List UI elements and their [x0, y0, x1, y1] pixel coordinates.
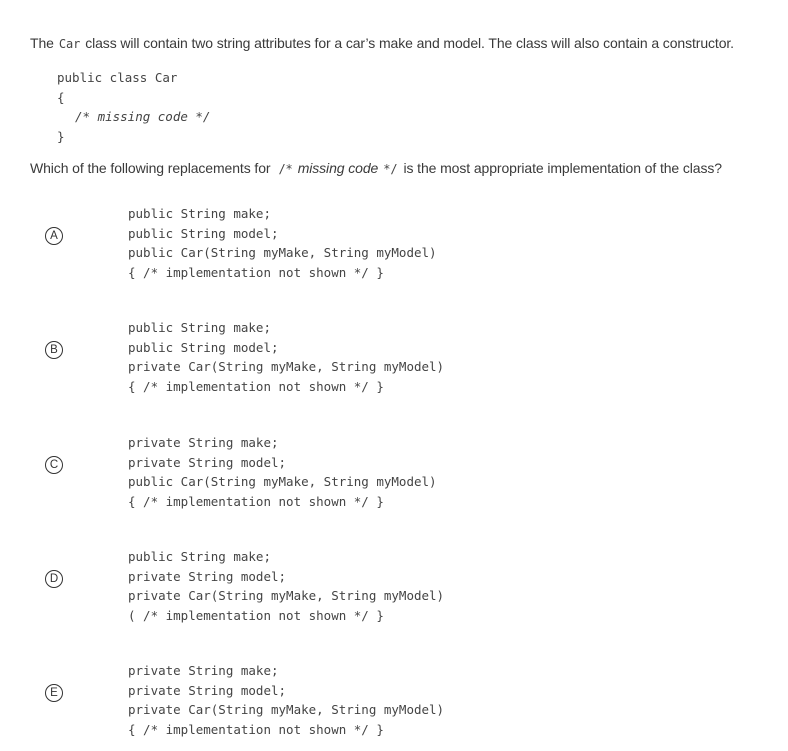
- code-line: { /* implementation not shown */ }: [128, 378, 384, 394]
- code-line: public String make;: [128, 549, 271, 564]
- question-text: Which of the following replacements for /…: [30, 160, 722, 176]
- intro-code-term: Car: [58, 37, 81, 51]
- answer-choice-b[interactable]: B public String make; public String model…: [0, 308, 788, 408]
- question-prefix: Which of the following replacements for: [30, 160, 271, 176]
- code-line: ( /* implementation not shown */ }: [128, 607, 384, 623]
- choice-bubble-b[interactable]: B: [45, 341, 63, 359]
- intro-suffix: class will contain two string attributes…: [85, 35, 734, 51]
- code-line: public String make;: [128, 206, 271, 221]
- choice-code-d: public String make; private String model;…: [128, 547, 444, 625]
- question-code-open: /*: [278, 162, 293, 176]
- choice-bubble-a[interactable]: A: [45, 227, 63, 245]
- choice-bubble-d[interactable]: D: [45, 570, 63, 588]
- intro-text: The Car class will contain two string attr…: [30, 35, 734, 51]
- choice-code-c: private String make; private String model…: [128, 433, 437, 511]
- stem-code-line: /* missing code */: [75, 109, 211, 124]
- intro-prefix: The: [30, 35, 54, 51]
- code-line: { /* implementation not shown */ }: [128, 264, 384, 280]
- code-line: private String model;: [128, 568, 287, 584]
- code-line: public Car(String myMake, String myModel…: [128, 474, 437, 489]
- code-line: private String make;: [128, 663, 279, 678]
- code-line: private Car(String myMake, String myMode…: [128, 702, 445, 717]
- code-line: public String model;: [128, 339, 279, 355]
- choice-code-e: private String make; private String model…: [128, 661, 444, 739]
- question-code-close: */: [383, 162, 398, 176]
- code-line: public Car(String myMake, String myModel…: [128, 245, 437, 260]
- answer-choice-c[interactable]: C private String make; private String mod…: [0, 423, 788, 523]
- answer-choice-a[interactable]: A public String make; public String model…: [0, 194, 788, 294]
- answer-choice-d[interactable]: D public String make; private String mode…: [0, 537, 788, 637]
- code-line: private String model;: [128, 682, 287, 698]
- stem-code-line: }: [57, 128, 65, 144]
- choice-code-b: public String make; public String model; p…: [128, 318, 444, 396]
- code-line: private Car(String myMake, String myMode…: [128, 588, 445, 603]
- question-code-italic: missing code: [297, 160, 379, 176]
- question-suffix: is the most appropriate implementation o…: [403, 160, 722, 176]
- code-line: { /* implementation not shown */ }: [128, 721, 384, 737]
- answer-choice-e[interactable]: E private String make; private String mod…: [0, 651, 788, 751]
- stem-code-block: public class Car { /* missing code */}: [57, 68, 210, 146]
- code-line: public String make;: [128, 320, 271, 335]
- code-line: private Car(String myMake, String myMode…: [128, 359, 445, 374]
- choice-bubble-c[interactable]: C: [45, 456, 63, 474]
- code-line: { /* implementation not shown */ }: [128, 493, 384, 509]
- choice-code-a: public String make; public String model; p…: [128, 204, 437, 282]
- code-line: public String model;: [128, 225, 279, 241]
- code-line: private String model;: [128, 454, 287, 470]
- choice-bubble-e[interactable]: E: [45, 684, 63, 702]
- stem-code-line: public class Car: [57, 70, 178, 85]
- stem-code-line: {: [57, 89, 65, 105]
- code-line: private String make;: [128, 435, 279, 450]
